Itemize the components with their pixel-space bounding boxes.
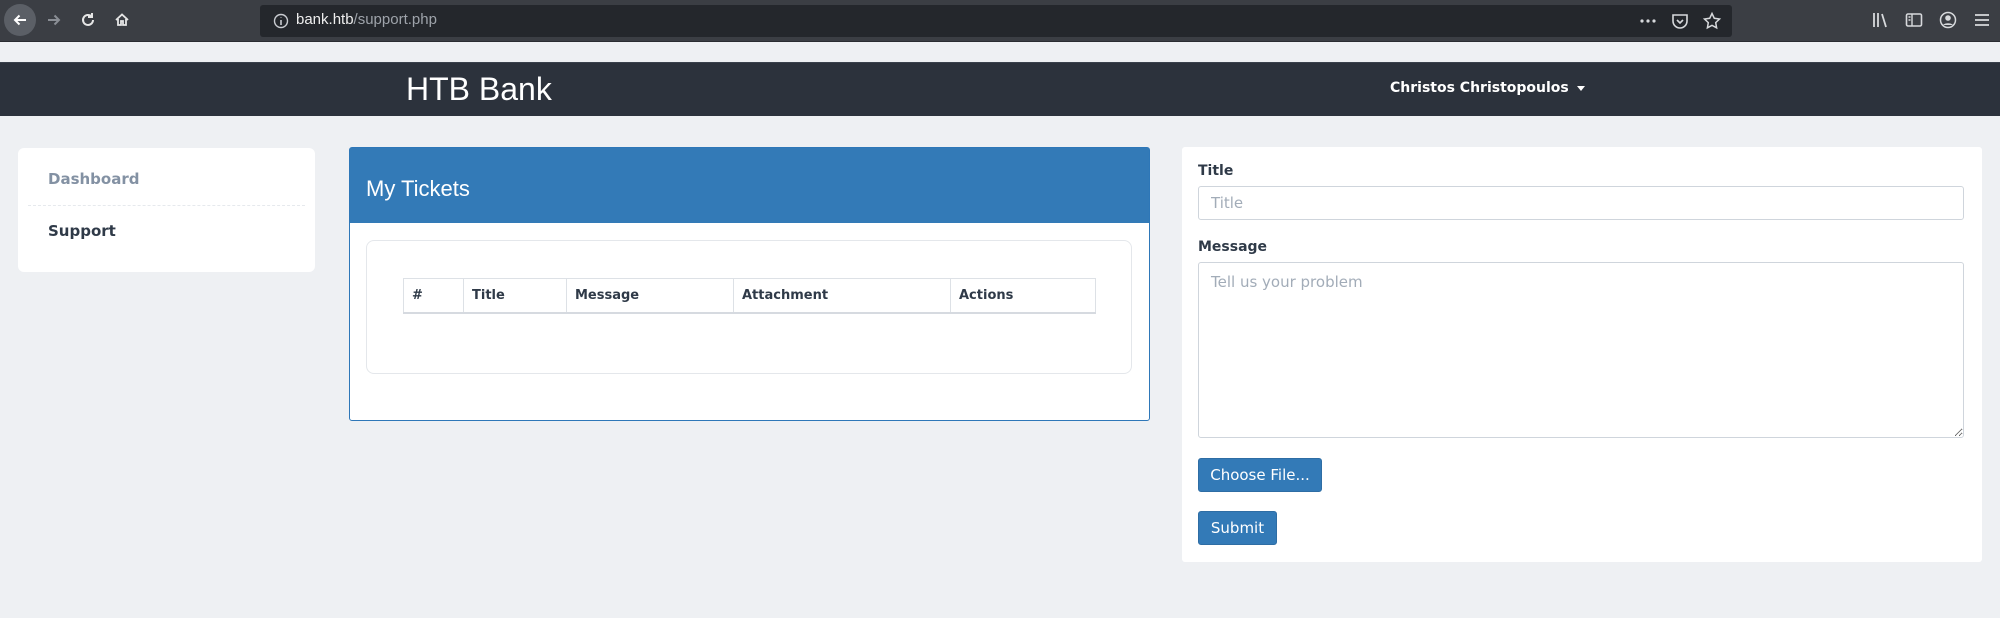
browser-toolbar: bank.htb/support.php: [0, 0, 2000, 42]
sidebar-item-dashboard[interactable]: Dashboard: [28, 148, 305, 206]
reload-icon[interactable]: [72, 4, 104, 36]
info-icon[interactable]: [272, 12, 290, 30]
column-header-title: Title: [463, 278, 567, 314]
column-header-message: Message: [566, 278, 734, 314]
message-textarea[interactable]: [1198, 262, 1964, 438]
url-path: /support.php: [353, 11, 437, 28]
url-host: bank.htb: [296, 11, 354, 28]
submit-button[interactable]: Submit: [1198, 511, 1277, 545]
address-bar[interactable]: bank.htb/support.php: [260, 5, 1732, 37]
tickets-panel: My Tickets # Title Message Attachment Ac…: [349, 147, 1150, 421]
table-header-row: # Title Message Attachment Actions: [403, 278, 1096, 314]
home-icon[interactable]: [106, 4, 138, 36]
choose-file-button[interactable]: Choose File...: [1198, 458, 1322, 492]
sidebar: Dashboard Support: [18, 148, 315, 272]
user-menu[interactable]: Christos Christopoulos: [1390, 80, 1585, 96]
sidebar-item-support[interactable]: Support: [18, 206, 315, 258]
back-arrow-icon[interactable]: [4, 4, 36, 36]
column-header-number: #: [403, 278, 464, 314]
bookmark-star-icon[interactable]: [1702, 11, 1722, 31]
column-header-attachment: Attachment: [733, 278, 951, 314]
title-input[interactable]: [1198, 186, 1964, 220]
url-text[interactable]: bank.htb/support.php: [296, 11, 437, 28]
pocket-icon[interactable]: [1670, 11, 1690, 31]
caret-down-icon: [1576, 85, 1585, 91]
message-label: Message: [1198, 239, 1268, 255]
user-name: Christos Christopoulos: [1390, 80, 1569, 96]
account-icon[interactable]: [1938, 10, 1958, 30]
library-icon[interactable]: [1870, 10, 1890, 30]
tickets-table-container: # Title Message Attachment Actions: [366, 240, 1132, 374]
support-form: Title Message Choose File... Submit: [1182, 147, 1982, 562]
hamburger-menu-icon[interactable]: [1972, 10, 1992, 30]
more-dots-icon[interactable]: [1638, 11, 1658, 31]
panel-title: My Tickets: [350, 148, 1149, 223]
tickets-table: # Title Message Attachment Actions: [403, 278, 1096, 314]
brand-logo[interactable]: HTB Bank: [406, 71, 552, 108]
forward-arrow-icon[interactable]: [38, 4, 70, 36]
sidebar-icon[interactable]: [1904, 10, 1924, 30]
title-label: Title: [1198, 163, 1234, 179]
site-header: HTB Bank Christos Christopoulos: [0, 62, 2000, 116]
column-header-actions: Actions: [950, 278, 1096, 314]
